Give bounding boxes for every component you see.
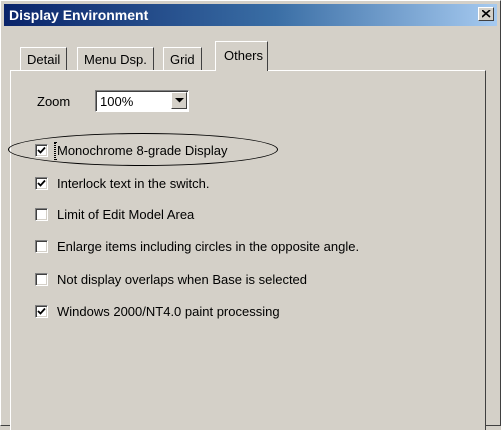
title-bar[interactable]: Display Environment <box>4 4 497 26</box>
tab-others[interactable]: Others <box>215 41 269 71</box>
zoom-label: Zoom <box>37 94 71 109</box>
tab-detail[interactable]: Detail <box>20 47 68 71</box>
close-button[interactable] <box>478 7 494 21</box>
tab-grid[interactable]: Grid <box>163 47 202 71</box>
checkmark-icon <box>37 179 46 187</box>
checkbox-interlock[interactable] <box>35 177 48 190</box>
checkbox-limit-edit-area[interactable] <box>35 208 48 221</box>
option-label: Not display overlaps when Base is select… <box>57 272 308 287</box>
option-label: Interlock text in the switch. <box>57 176 210 191</box>
checkbox-monochrome[interactable] <box>35 144 48 157</box>
focus-rect <box>54 142 56 160</box>
checkbox-not-display-overlaps[interactable] <box>35 273 48 286</box>
option-label: Enlarge items including circles in the o… <box>57 239 360 254</box>
option-label: Windows 2000/NT4.0 paint processing <box>57 304 280 319</box>
tab-grid-label: Grid <box>170 52 195 67</box>
checkbox-enlarge-items[interactable] <box>35 240 48 253</box>
tab-menu-dsp-label: Menu Dsp. <box>84 52 147 67</box>
tab-detail-label: Detail <box>27 52 61 67</box>
window-title: Display Environment <box>9 7 149 23</box>
zoom-dropdown-button[interactable] <box>171 92 187 109</box>
close-icon <box>482 10 491 18</box>
option-label: Limit of Edit Model Area <box>57 207 195 222</box>
tab-others-label: Others <box>224 48 264 63</box>
option-label: Monochrome 8-grade Display <box>57 143 228 158</box>
zoom-select[interactable]: 100% <box>95 90 189 112</box>
checkbox-windows-paint[interactable] <box>35 305 48 318</box>
zoom-value: 100% <box>100 94 134 109</box>
tab-menu-dsp[interactable]: Menu Dsp. <box>77 47 154 71</box>
chevron-down-icon <box>175 98 184 103</box>
checkmark-icon <box>37 146 46 154</box>
checkmark-icon <box>37 307 46 315</box>
